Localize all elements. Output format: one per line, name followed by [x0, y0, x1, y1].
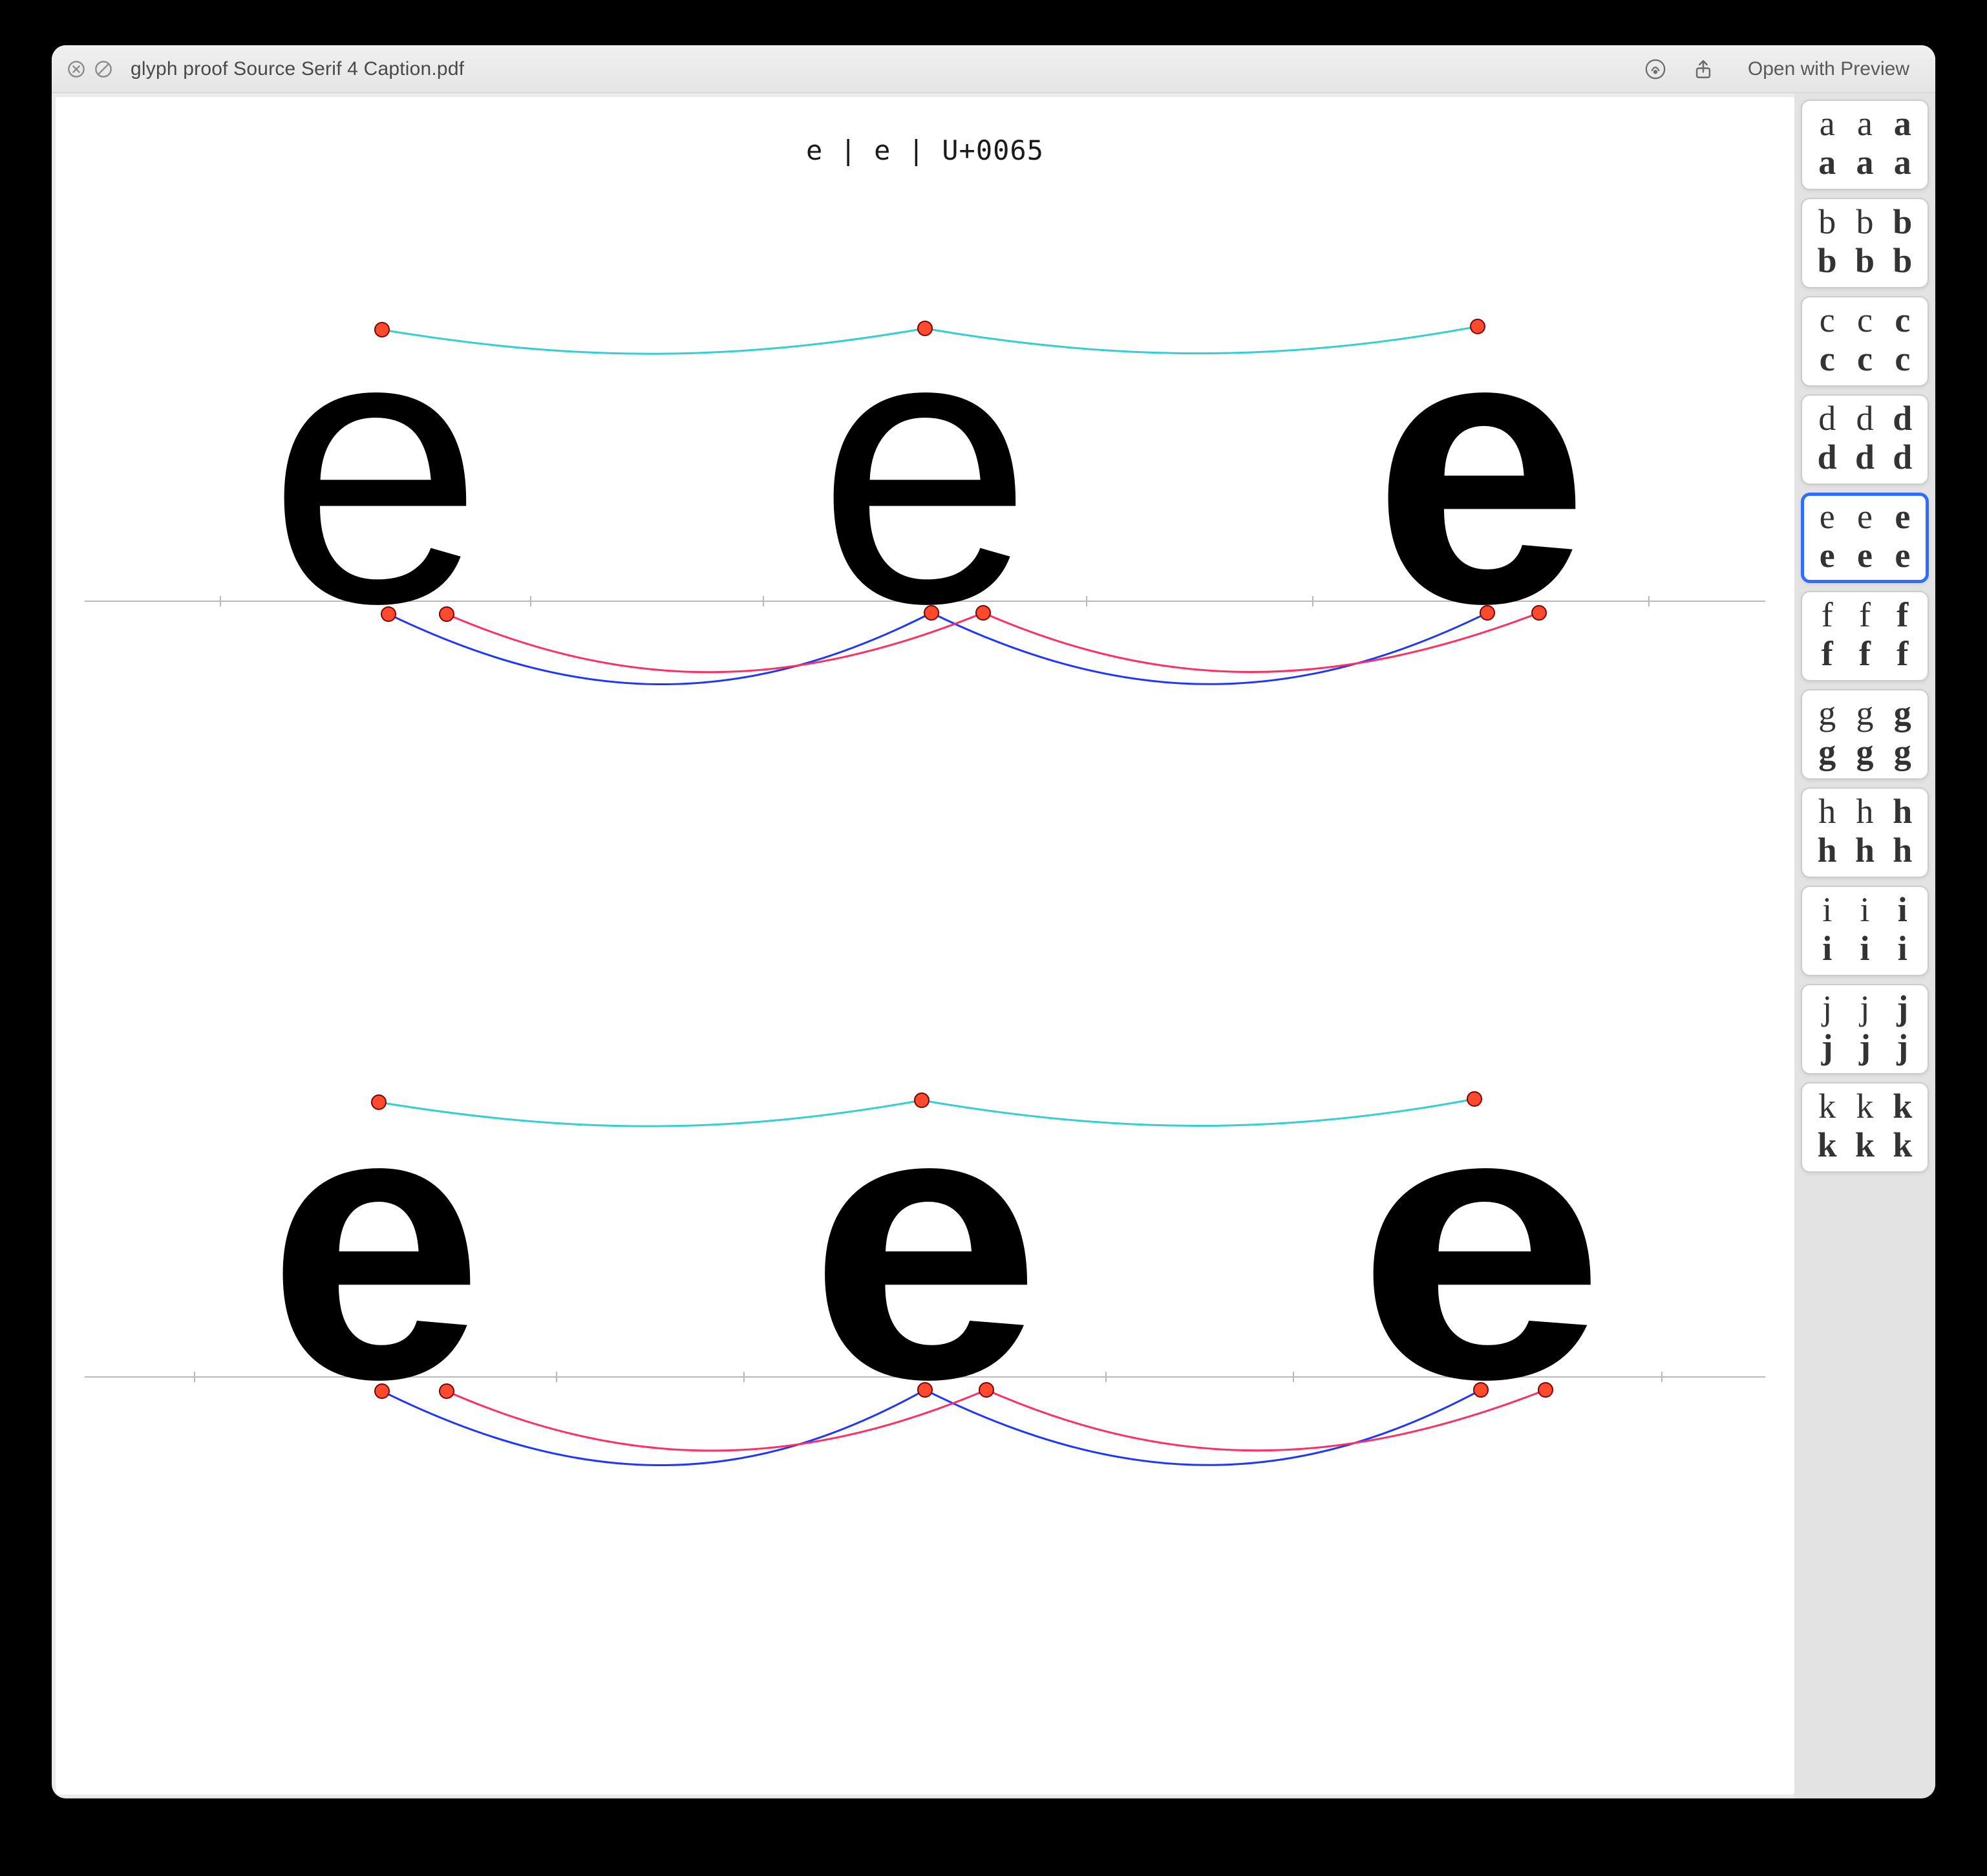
thumbnail-row-bold: iii	[1809, 931, 1921, 966]
thumbnail-row-bold: ddd	[1809, 440, 1921, 474]
thumbnail-b[interactable]: bbb bbb	[1801, 198, 1929, 288]
thumbnail-row-bold: eee	[1809, 538, 1921, 573]
window-controls	[67, 60, 112, 78]
thumbnail-i[interactable]: iii iii	[1801, 886, 1929, 976]
glyph-row-heavy: e e e	[56, 1054, 1794, 1467]
thumbnail-a[interactable]: aaa aaa	[1801, 100, 1929, 190]
thumbnail-row-light: ggg	[1809, 696, 1921, 730]
thumbnail-row-light: iii	[1809, 892, 1921, 927]
share-icon[interactable]	[1692, 58, 1714, 80]
thumbnail-row-bold: hhh	[1809, 833, 1921, 868]
thumbnail-row-bold: aaa	[1809, 145, 1921, 180]
block-icon[interactable]	[94, 60, 112, 78]
close-icon[interactable]	[67, 60, 85, 78]
thumbnail-row-light: aaa	[1809, 106, 1921, 141]
document-view[interactable]: e | e | U+0065	[56, 97, 1794, 1795]
thumbnail-row-light: ddd	[1809, 401, 1921, 436]
thumbnail-row-bold: bbb	[1809, 243, 1921, 278]
thumbnail-row-bold: ggg	[1809, 734, 1921, 769]
thumbnail-row-light: bbb	[1809, 204, 1921, 239]
thumbnail-row-light: fff	[1809, 597, 1921, 632]
thumbnail-row-light: ccc	[1809, 303, 1921, 337]
titlebar: glyph proof Source Serif 4 Caption.pdf O…	[52, 45, 1935, 93]
thumbnail-g[interactable]: ggg ggg	[1801, 689, 1929, 780]
thumbnail-row-light: hhh	[1809, 794, 1921, 829]
thumbnail-k[interactable]: kkkkkk	[1801, 1082, 1929, 1173]
thumbnail-h[interactable]: hhh hhh	[1801, 787, 1929, 878]
thumbnail-d[interactable]: ddd ddd	[1801, 394, 1929, 485]
thumbnail-row-light: jjj	[1809, 990, 1921, 1025]
svg-text:e: e	[817, 278, 1033, 684]
glyph-row-regular: e e e	[56, 278, 1794, 692]
page-thumbnails[interactable]: aaaaaabbbbbbccccccddddddeeeeeeffffffgggg…	[1794, 93, 1935, 1798]
thumbnail-f[interactable]: fff fff	[1801, 591, 1929, 681]
svg-text:e: e	[1355, 1054, 1606, 1459]
window-title: glyph proof Source Serif 4 Caption.pdf	[131, 58, 464, 80]
thumbnail-row-bold: jjj	[1809, 1029, 1921, 1064]
thumbnail-c[interactable]: ccc ccc	[1801, 296, 1929, 387]
quicklook-window: glyph proof Source Serif 4 Caption.pdf O…	[52, 45, 1935, 1798]
svg-text:e: e	[268, 278, 483, 684]
markup-icon[interactable]	[1644, 58, 1666, 80]
glyph-header: e | e | U+0065	[56, 134, 1794, 166]
thumbnail-row-light: eee	[1809, 499, 1921, 534]
thumbnail-e[interactable]: eee eee	[1801, 493, 1929, 583]
thumbnail-row-bold: kkk	[1809, 1127, 1921, 1162]
thumbnail-j[interactable]: jjj jjj	[1801, 984, 1929, 1074]
open-with-preview-button[interactable]: Open with Preview	[1737, 54, 1920, 84]
thumbnail-row-light: kkk	[1809, 1089, 1921, 1124]
thumbnail-row-bold: fff	[1809, 636, 1921, 671]
thumbnail-row-bold: ccc	[1809, 341, 1921, 376]
svg-text:e: e	[268, 1054, 483, 1460]
